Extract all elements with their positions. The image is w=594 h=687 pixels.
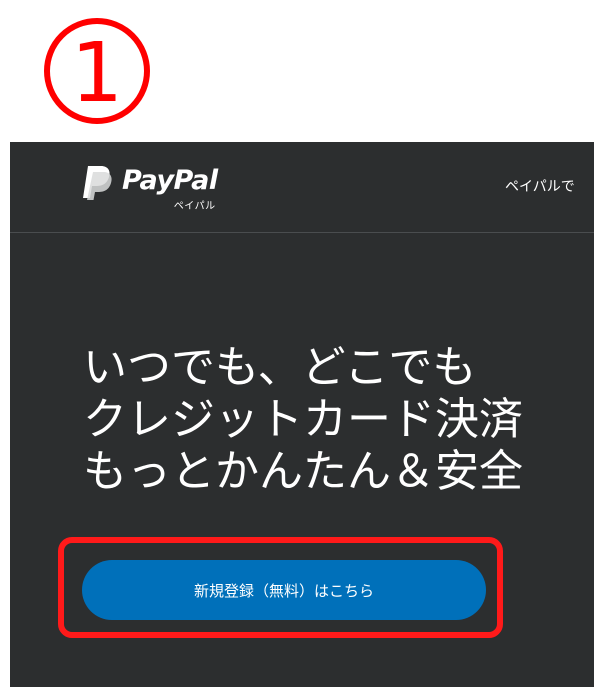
circled-number-icon: 1 [44,18,150,124]
paypal-page: PayPal ペイパル ペイパルで いつでも、どこでも クレジットカード決済 も… [10,142,594,687]
step-number-text: 1 [71,26,123,121]
signup-button[interactable]: 新規登録（無料）はこちら [82,560,486,620]
nav-link-paypal[interactable]: ペイパルで [505,176,575,196]
logo-subtext: ペイパル [173,201,216,212]
top-navigation: PayPal ペイパル ペイパルで [10,142,594,233]
headline-line-3: もっとかんたん＆安全 [83,446,523,497]
logo-text: PayPal [122,165,218,196]
step-number-badge: 1 [32,16,162,126]
paypal-logo[interactable]: PayPal ペイパル [80,164,218,212]
logo-wordmark: PayPal ペイパル [122,164,218,212]
paypal-logo-icon [83,166,112,200]
hero-headline: いつでも、どこでも クレジットカード決済 もっとかんたん＆安全 [83,342,594,498]
headline-line-2: クレジットカード決済 [83,394,523,445]
headline-line-1: いつでも、どこでも [83,342,477,393]
